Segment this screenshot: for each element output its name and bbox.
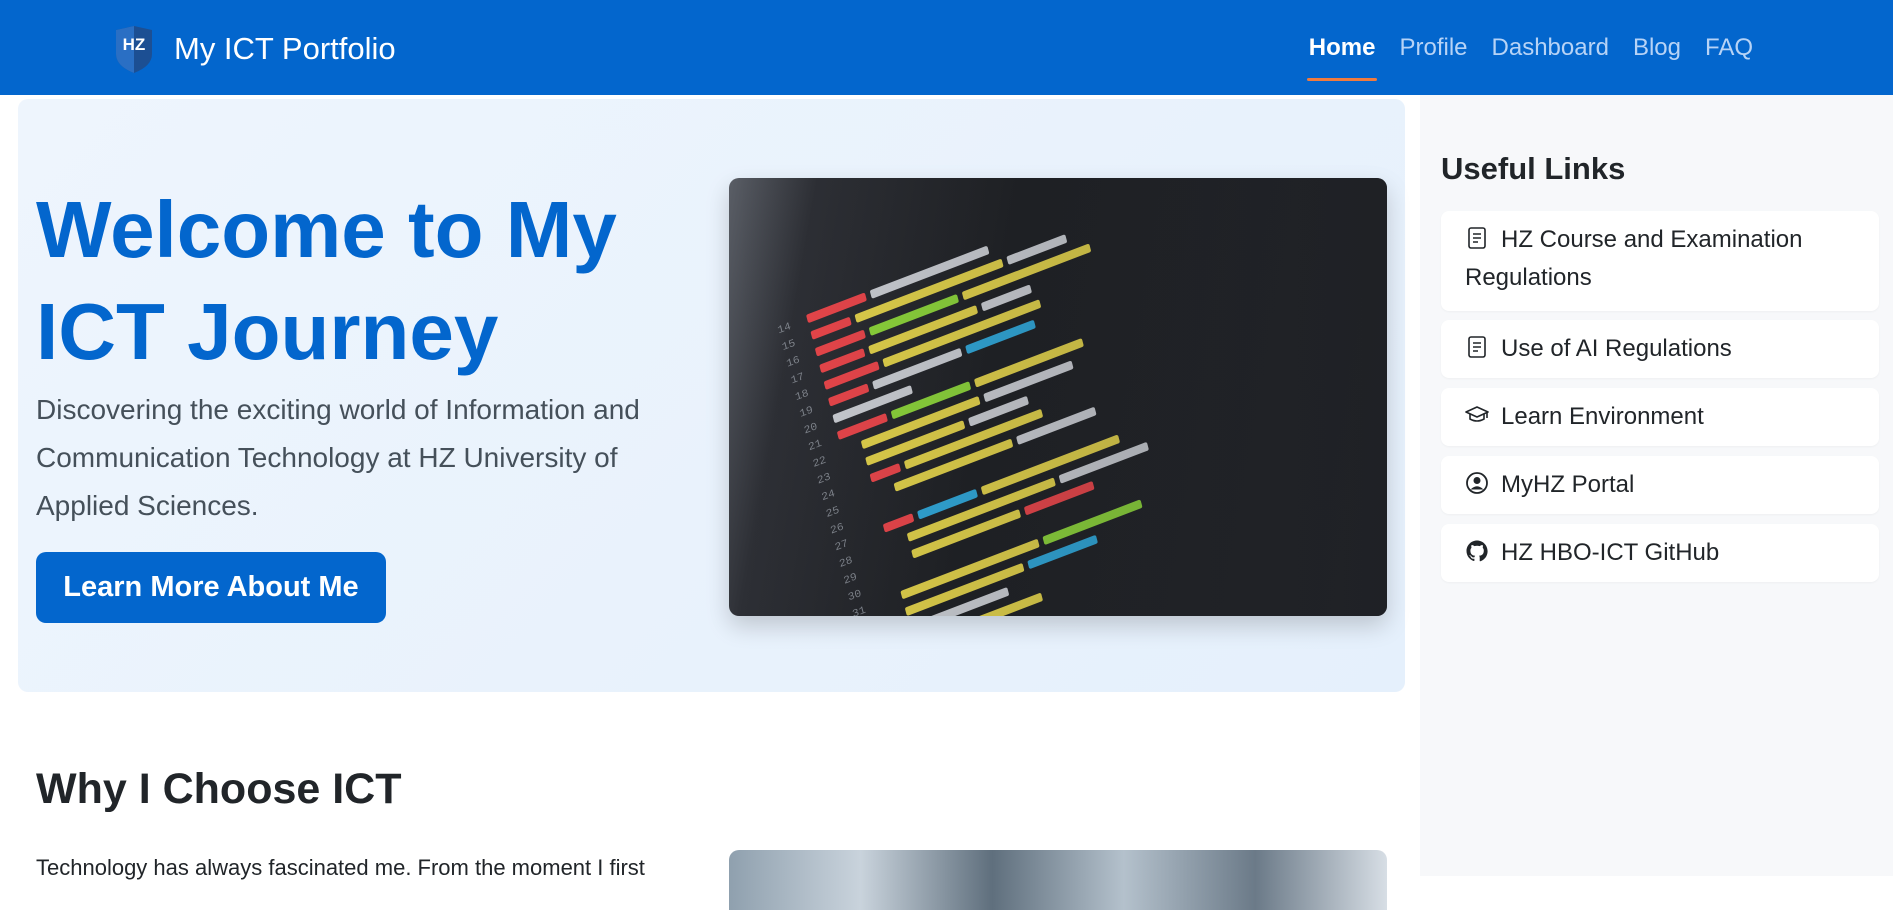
document-icon	[1468, 336, 1486, 358]
link-label: Learn Environment	[1501, 403, 1704, 430]
document-icon	[1468, 227, 1486, 249]
hero-subtitle: Discovering the exciting world of Inform…	[36, 394, 640, 521]
brand-logo-text: HZ	[123, 35, 146, 54]
nav-link-blog[interactable]: Blog	[1633, 0, 1681, 95]
link-course-regulations[interactable]: HZ Course and Examination Regulations	[1441, 211, 1879, 311]
hz-logo-icon: HZ	[116, 26, 152, 73]
user-circle-icon	[1466, 472, 1488, 494]
nav-link-faq[interactable]: FAQ	[1705, 0, 1753, 95]
link-learn-environment[interactable]: Learn Environment	[1441, 388, 1879, 446]
nav-link-profile[interactable]: Profile	[1399, 0, 1467, 95]
main-content: Welcome to My ICT Journey Discovering th…	[0, 95, 1420, 910]
link-label: Use of AI Regulations	[1501, 335, 1732, 362]
link-label: HZ Course and Examination Regulations	[1465, 226, 1803, 291]
why-ict-heading: Why I Choose ICT	[36, 765, 402, 813]
graduation-cap-icon	[1465, 406, 1489, 422]
link-myhz-portal[interactable]: MyHZ Portal	[1441, 456, 1879, 514]
link-label: MyHZ Portal	[1501, 471, 1635, 498]
why-ict-paragraph: Technology has always fascinated me. Fro…	[36, 855, 645, 880]
learn-more-button[interactable]: Learn More About Me	[36, 552, 386, 623]
hero-title: Welcome to My ICT Journey	[36, 185, 617, 376]
nav-links: Home Profile Dashboard Blog FAQ	[1285, 0, 1753, 95]
code-lines-graphic: 141516 171819 202122 232425 262728 29303…	[729, 178, 1387, 616]
why-ict-image	[729, 850, 1387, 910]
brand-link[interactable]: HZ My ICT Portfolio	[112, 24, 396, 74]
useful-links-sidebar: Useful Links HZ Course and Examination R…	[1420, 95, 1893, 876]
sidebar-title: Useful Links	[1441, 151, 1626, 186]
brand-title: My ICT Portfolio	[174, 31, 396, 66]
nav-link-home[interactable]: Home	[1306, 0, 1378, 95]
nav-link-dashboard[interactable]: Dashboard	[1492, 0, 1609, 95]
link-label: HZ HBO-ICT GitHub	[1501, 539, 1720, 566]
link-ai-regulations[interactable]: Use of AI Regulations	[1441, 320, 1879, 378]
code-screen-image: 141516 171819 202122 232425 262728 29303…	[729, 178, 1387, 616]
github-icon	[1466, 540, 1488, 562]
hero-section: Welcome to My ICT Journey Discovering th…	[18, 99, 1405, 692]
link-github[interactable]: HZ HBO-ICT GitHub	[1441, 524, 1879, 582]
top-navbar: HZ My ICT Portfolio Home Profile Dashboa…	[0, 0, 1893, 95]
